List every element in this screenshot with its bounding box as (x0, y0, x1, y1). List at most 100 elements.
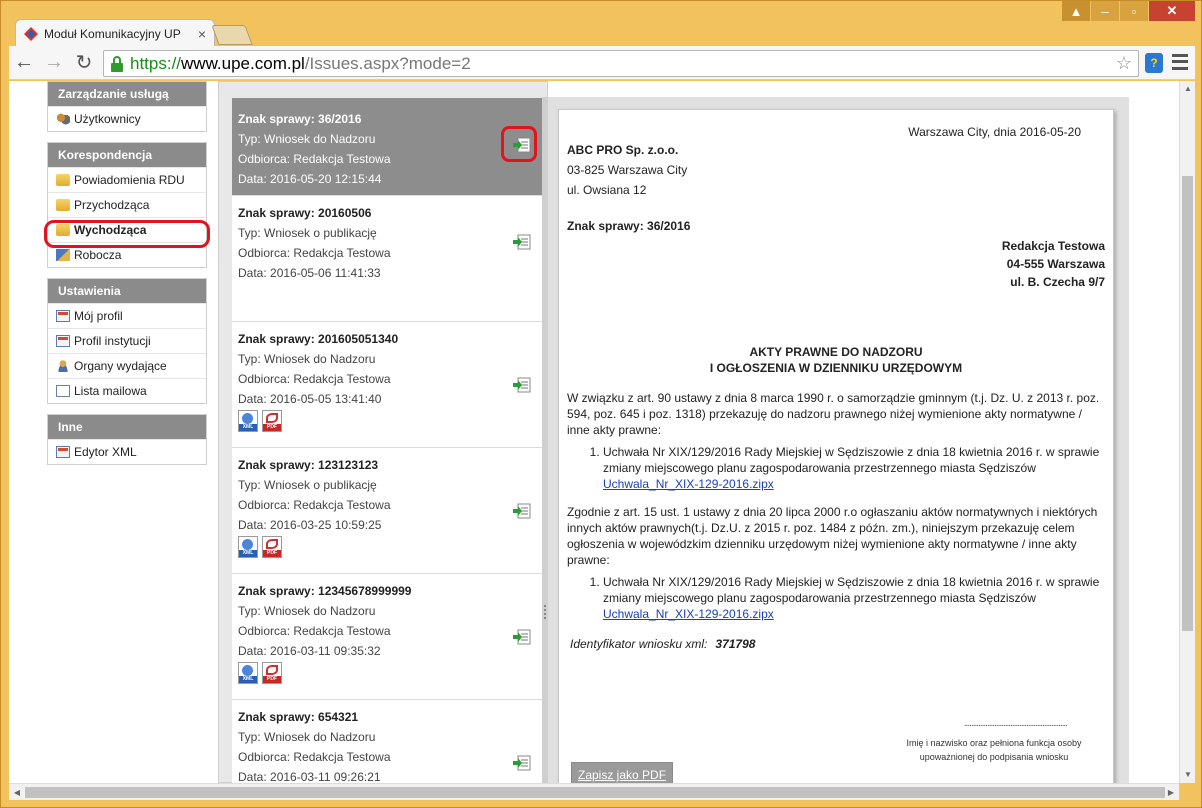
sidebar-item-label: Powiadomienia RDU (74, 173, 185, 187)
xml-file-icon[interactable]: XML (238, 662, 258, 684)
minimize-icon[interactable]: – (1091, 1, 1119, 21)
id-card-icon (56, 335, 70, 347)
list-item: Uchwała Nr XIX/129/2016 Rady Miejskiej w… (603, 574, 1105, 622)
forward-arrow-icon[interactable]: → (39, 48, 69, 78)
recipient-name: Redakcja Testowa (1001, 239, 1105, 253)
sidebar-item-label: Edytor XML (74, 445, 137, 459)
sidebar-group-other: Inne Edytor XML (47, 414, 207, 465)
scroll-right-icon[interactable]: ▶ (1163, 784, 1179, 801)
attachment-link[interactable]: Uchwala_Nr_XIX-129-2016.zipx (603, 607, 774, 621)
address-bar[interactable]: https://www.upe.com.pl/Issues.aspx?mode=… (103, 50, 1139, 77)
issue-recipient: Odbiorca: Redakcja Testowa (238, 152, 391, 166)
issue-date: Data: 2016-05-20 12:15:44 (238, 172, 382, 186)
sidebar-group-settings: Ustawienia Mój profil Profil instytucji … (47, 278, 207, 404)
sidebar-item-label: Robocza (74, 248, 122, 262)
extension-icon[interactable]: ? (1145, 53, 1163, 73)
save-as-pdf-button[interactable]: Zapisz jako PDF (571, 762, 674, 783)
act-description: Uchwała Nr XIX/129/2016 Rady Miejskiej w… (603, 445, 1100, 475)
bookmark-star-icon[interactable]: ☆ (1116, 53, 1132, 74)
list-item[interactable]: Znak sprawy: 201605051340 Typ: Wniosek d… (232, 322, 543, 448)
issue-title: Znak sprawy: 201605051340 (238, 332, 399, 346)
pdf-file-icon[interactable]: PDF (262, 410, 282, 432)
export-document-icon[interactable] (513, 755, 531, 771)
pdf-file-icon[interactable]: PDF (262, 536, 282, 558)
url-host: www.upe.com.pl (181, 53, 305, 73)
issue-type: Typ: Wniosek do Nadzoru (238, 604, 376, 618)
issue-type: Typ: Wniosek do Nadzoru (238, 352, 376, 366)
attachment-icons: XML PDF (238, 662, 537, 684)
export-icon-highlight-ring (501, 126, 537, 162)
issue-date: Data: 2016-03-25 10:59:25 (238, 518, 382, 532)
issue-recipient: Odbiorca: Redakcja Testowa (238, 498, 391, 512)
issue-title: Znak sprawy: 654321 (238, 710, 359, 724)
list-item[interactable]: Znak sprawy: 123123123 Typ: Wniosek o pu… (232, 448, 543, 574)
horizontal-scroll-thumb[interactable] (25, 787, 1165, 798)
list-item[interactable]: Znak sprawy: 36/2016 Typ: Wniosek do Nad… (232, 98, 543, 196)
attachment-icons: XML PDF (238, 536, 537, 558)
attachment-icons: XML PDF (238, 410, 537, 432)
vertical-scrollbar[interactable]: ▲ ▼ (1179, 81, 1195, 783)
issue-recipient: Odbiorca: Redakcja Testowa (238, 246, 391, 260)
sidebar-item-mailing-list[interactable]: Lista mailowa (48, 378, 206, 403)
id-card-icon (56, 310, 70, 322)
sidebar-item-label: Lista mailowa (74, 384, 147, 398)
url-path: /Issues.aspx?mode=2 (304, 53, 471, 73)
list-item[interactable]: Znak sprawy: 20160506 Typ: Wniosek o pub… (232, 196, 543, 322)
new-tab-button[interactable] (211, 25, 253, 45)
export-document-icon[interactable] (513, 234, 531, 250)
users-icon (56, 113, 70, 125)
pdf-file-icon[interactable]: PDF (262, 662, 282, 684)
close-window-icon[interactable]: ✕ (1149, 1, 1195, 21)
list-item[interactable]: Znak sprawy: 12345678999999 Typ: Wniosek… (232, 574, 543, 700)
sender-city: 03-825 Warszawa City (567, 163, 688, 177)
issue-recipient: Odbiorca: Redakcja Testowa (238, 372, 391, 386)
list-item[interactable]: Znak sprawy: 654321 Typ: Wniosek do Nadz… (232, 700, 543, 783)
browser-tab[interactable]: Moduł Komunikacyjny UP × (15, 19, 215, 47)
tab-close-icon[interactable]: × (198, 26, 206, 42)
sidebar-group-service: Zarządzanie usługą Użytkownicy (47, 81, 207, 132)
user-profile-icon[interactable]: ▲ (1062, 1, 1090, 21)
issue-type: Typ: Wniosek o publikację (238, 478, 377, 492)
reload-icon[interactable]: ↻ (69, 48, 99, 78)
vertical-scroll-thumb[interactable] (1182, 176, 1193, 631)
sidebar-item-notifications[interactable]: Powiadomienia RDU (48, 167, 206, 192)
issue-date: Data: 2016-03-11 09:35:32 (238, 644, 381, 658)
document-page: Warszawa City, dnia 2016-05-20 ABC PRO S… (558, 109, 1114, 783)
issue-date: Data: 2016-03-11 09:26:21 (238, 770, 381, 783)
xml-file-icon[interactable]: XML (238, 410, 258, 432)
export-document-icon[interactable] (513, 377, 531, 393)
sidebar-header: Zarządzanie usługą (48, 82, 206, 106)
sidebar-item-users[interactable]: Użytkownicy (48, 106, 206, 131)
signature-caption: Imię i nazwisko oraz pełniona funkcja os… (889, 736, 1099, 764)
sidebar-item-incoming[interactable]: Przychodząca (48, 192, 206, 217)
sidebar-item-xml-editor[interactable]: Edytor XML (48, 439, 206, 464)
id-card-icon (56, 446, 70, 458)
outgoing-highlight-ring (44, 220, 210, 248)
export-document-icon[interactable] (513, 503, 531, 519)
sidebar-item-institution-profile[interactable]: Profil instytucji (48, 328, 206, 353)
sidebar-item-issuing-bodies[interactable]: Organy wydające (48, 353, 206, 378)
export-document-icon[interactable] (513, 629, 531, 645)
xml-file-icon[interactable]: XML (238, 536, 258, 558)
scroll-up-icon[interactable]: ▲ (1180, 81, 1196, 97)
issue-type: Typ: Wniosek o publikację (238, 226, 377, 240)
issue-date: Data: 2016-05-05 13:41:40 (238, 392, 382, 406)
maximize-icon[interactable]: ▫ (1120, 1, 1148, 21)
browser-menu-icon[interactable] (1172, 52, 1188, 72)
issue-title: Znak sprawy: 123123123 (238, 458, 379, 472)
horizontal-scrollbar[interactable]: ◀ ▶ (9, 783, 1179, 800)
signature-caption-line-2: upoważnionej do podpisania wniosku (919, 752, 1069, 762)
scroll-down-icon[interactable]: ▼ (1180, 767, 1196, 783)
back-arrow-icon[interactable]: ← (9, 48, 39, 78)
heading-line-1: AKTY PRAWNE DO NADZORU (749, 345, 923, 359)
sidebar-item-my-profile[interactable]: Mój profil (48, 303, 206, 328)
scroll-left-icon[interactable]: ◀ (9, 784, 25, 801)
browser-toolbar: ← → ↻ https://www.upe.com.pl/Issues.aspx… (9, 46, 1195, 80)
browser-window: Moduł Komunikacyjny UP × ▲ – ▫ ✕ ← → ↻ h… (0, 0, 1202, 808)
recipient-street: ul. B. Czecha 9/7 (1010, 275, 1105, 289)
sidebar-item-label: Profil instytucji (74, 334, 151, 348)
attachment-link[interactable]: Uchwala_Nr_XIX-129-2016.zipx (603, 477, 774, 491)
recipient-city: 04-555 Warszawa (1006, 257, 1105, 271)
window-controls: ▲ – ▫ ✕ (1062, 1, 1195, 21)
signature-caption-line-1: Imię i nazwisko oraz pełniona funkcja os… (906, 738, 1082, 748)
